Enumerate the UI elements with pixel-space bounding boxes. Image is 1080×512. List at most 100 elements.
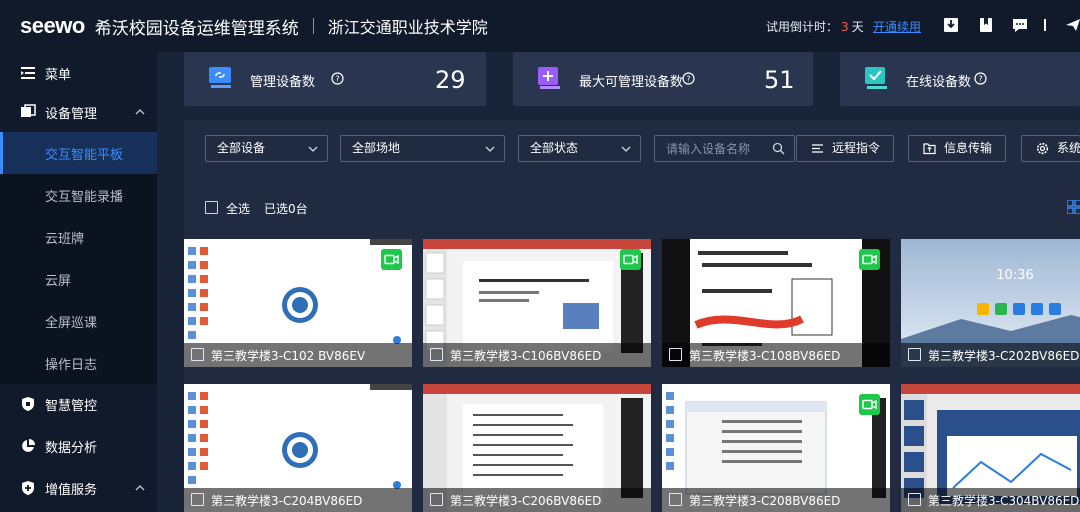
device-card[interactable]: 第三教学楼3-C108BV86ED bbox=[662, 239, 890, 367]
stat-card-managed: 管理设备数 ? 29 bbox=[184, 52, 486, 106]
plus-shield-icon bbox=[22, 481, 34, 495]
device-caption: 第三教学楼3-C202BV86ED bbox=[901, 343, 1080, 367]
sidebar-subitem-recording[interactable]: 交互智能录播 bbox=[0, 174, 157, 216]
folder-upload-icon bbox=[923, 143, 936, 155]
help-icon[interactable]: ? bbox=[974, 72, 987, 85]
sidebar-item-label: 智慧管控 bbox=[45, 398, 98, 414]
sidebar-item-device-mgmt[interactable]: 设备管理 bbox=[0, 91, 157, 133]
sidebar-item-label: 全屏巡课 bbox=[45, 315, 98, 331]
device-card[interactable]: 第三教学楼3-C208BV86ED bbox=[662, 384, 890, 512]
button-label: 系统 bbox=[1057, 141, 1080, 155]
chevron-down-icon bbox=[621, 146, 631, 152]
device-name: 第三教学楼3-C208BV86ED bbox=[689, 494, 841, 508]
device-checkbox[interactable] bbox=[669, 493, 682, 506]
grid-view-icon[interactable] bbox=[1067, 200, 1080, 214]
trial-countdown: 试用倒计时： 3 天 bbox=[766, 18, 864, 35]
sidebar-item-label: 云屏 bbox=[45, 273, 72, 289]
sidebar-subitem-class-card[interactable]: 云班牌 bbox=[0, 216, 157, 258]
video-camera-icon[interactable] bbox=[859, 394, 880, 415]
list-icon bbox=[812, 144, 823, 153]
renew-link[interactable]: 开通续用 bbox=[873, 18, 921, 35]
stat-card-online: 在线设备数 ? bbox=[840, 52, 1080, 106]
svg-text:?: ? bbox=[978, 75, 982, 84]
menu-list-icon bbox=[21, 67, 35, 79]
sidebar-item-label: 增值服务 bbox=[45, 482, 98, 498]
stat-card-max: 最大可管理设备数 ? 51 bbox=[513, 52, 813, 106]
remote-command-button[interactable]: 远程指令 bbox=[796, 135, 894, 162]
info-transfer-button[interactable]: 信息传输 bbox=[908, 135, 1006, 162]
device-card[interactable]: 第三教学楼3-C106BV86ED bbox=[423, 239, 651, 367]
bookmark-icon[interactable] bbox=[977, 16, 995, 34]
sidebar-item-label: 设备管理 bbox=[45, 106, 98, 122]
button-label: 信息传输 bbox=[944, 141, 993, 155]
sidebar-item-label: 交互智能平板 bbox=[45, 147, 124, 163]
device-name: 第三教学楼3-C206BV86ED bbox=[450, 494, 602, 508]
video-camera-icon[interactable] bbox=[859, 249, 880, 270]
device-caption: 第三教学楼3-C204BV86ED bbox=[184, 488, 412, 512]
device-caption: 第三教学楼3-C102 BV86EV bbox=[184, 343, 412, 367]
device-caption: 第三教学楼3-C206BV86ED bbox=[423, 488, 651, 512]
device-name: 第三教学楼3-C202BV86ED bbox=[928, 349, 1080, 363]
title-divider bbox=[312, 18, 314, 34]
button-label: 远程指令 bbox=[832, 141, 881, 155]
stat-label: 管理设备数 bbox=[250, 75, 316, 90]
chevron-down-icon bbox=[308, 146, 318, 152]
device-checkbox[interactable] bbox=[430, 493, 443, 506]
trial-prefix: 试用倒计时： bbox=[766, 20, 839, 34]
device-card[interactable]: 第三教学楼3-C206BV86ED bbox=[423, 384, 651, 512]
device-name: 第三教学楼3-C106BV86ED bbox=[450, 349, 602, 363]
chevron-down-icon bbox=[485, 146, 495, 152]
venue-select[interactable]: 全部场地 bbox=[340, 135, 505, 162]
online-check-icon bbox=[865, 67, 887, 89]
device-checkbox[interactable] bbox=[669, 348, 682, 361]
video-camera-icon[interactable] bbox=[381, 249, 402, 270]
help-icon[interactable]: ? bbox=[682, 72, 695, 85]
search-icon[interactable] bbox=[772, 142, 785, 155]
device-type-select[interactable]: 全部设备 bbox=[205, 135, 328, 162]
download-icon[interactable] bbox=[942, 16, 960, 34]
sidebar-item-smart-control[interactable]: 智慧管控 bbox=[0, 383, 157, 425]
sidebar-item-label: 操作日志 bbox=[45, 357, 98, 373]
device-card[interactable]: 第三教学楼3-C204BV86ED bbox=[184, 384, 412, 512]
device-name: 第三教学楼3-C102 BV86EV bbox=[211, 349, 366, 363]
sidebar-subitem-interactive-panel[interactable]: 交互智能平板 bbox=[0, 132, 157, 174]
app-title: 希沃校园设备运维管理系统 bbox=[94, 18, 299, 39]
help-icon[interactable]: ? bbox=[331, 72, 344, 85]
device-card[interactable]: 第三教学楼3-C102 BV86EV bbox=[184, 239, 412, 367]
select-all-label[interactable]: 全选 bbox=[226, 200, 250, 217]
sidebar-subitem-cloud-screen[interactable]: 云屏 bbox=[0, 258, 157, 300]
sidebar-item-data-analysis[interactable]: 数据分析 bbox=[0, 425, 157, 467]
message-icon[interactable] bbox=[1011, 16, 1029, 34]
sidebar-menu-toggle[interactable]: 菜单 bbox=[0, 52, 157, 94]
sidebar-subitem-operation-log[interactable]: 操作日志 bbox=[0, 342, 157, 384]
device-card[interactable]: 10:36 第三教学楼3-C202BV86ED bbox=[901, 239, 1080, 367]
stat-label: 在线设备数 bbox=[906, 75, 972, 90]
device-card[interactable]: 第三教学楼3-C304BV86ED bbox=[901, 384, 1080, 512]
status-select[interactable]: 全部状态 bbox=[518, 135, 641, 162]
pie-chart-icon bbox=[22, 439, 35, 452]
sidebar-item-label: 交互智能录播 bbox=[45, 189, 124, 205]
video-camera-icon[interactable] bbox=[620, 249, 641, 270]
sidebar-subitem-patrol[interactable]: 全屏巡课 bbox=[0, 300, 157, 342]
svg-text:?: ? bbox=[335, 75, 339, 84]
menu-icon[interactable] bbox=[1042, 16, 1060, 34]
device-checkbox[interactable] bbox=[191, 493, 204, 506]
device-checkbox[interactable] bbox=[430, 348, 443, 361]
device-link-icon bbox=[209, 67, 231, 88]
stat-label: 最大可管理设备数 bbox=[579, 75, 684, 90]
svg-text:10:36: 10:36 bbox=[996, 268, 1033, 283]
device-name: 第三教学楼3-C108BV86ED bbox=[689, 349, 841, 363]
device-name: 第三教学楼3-C304BV86ED bbox=[928, 494, 1080, 508]
sidebar-item-value-added[interactable]: 增值服务 bbox=[0, 467, 157, 509]
device-checkbox[interactable] bbox=[908, 348, 921, 361]
stat-value: 29 bbox=[435, 66, 466, 94]
select-all-checkbox[interactable] bbox=[205, 201, 218, 214]
send-icon[interactable] bbox=[1064, 16, 1080, 34]
system-button[interactable]: 系统 bbox=[1021, 135, 1080, 162]
device-caption: 第三教学楼3-C208BV86ED bbox=[662, 488, 890, 512]
sidebar-item-label: 数据分析 bbox=[45, 440, 98, 456]
device-checkbox[interactable] bbox=[191, 348, 204, 361]
device-caption: 第三教学楼3-C106BV86ED bbox=[423, 343, 651, 367]
device-checkbox[interactable] bbox=[908, 493, 921, 506]
select-value: 全部设备 bbox=[217, 141, 266, 155]
